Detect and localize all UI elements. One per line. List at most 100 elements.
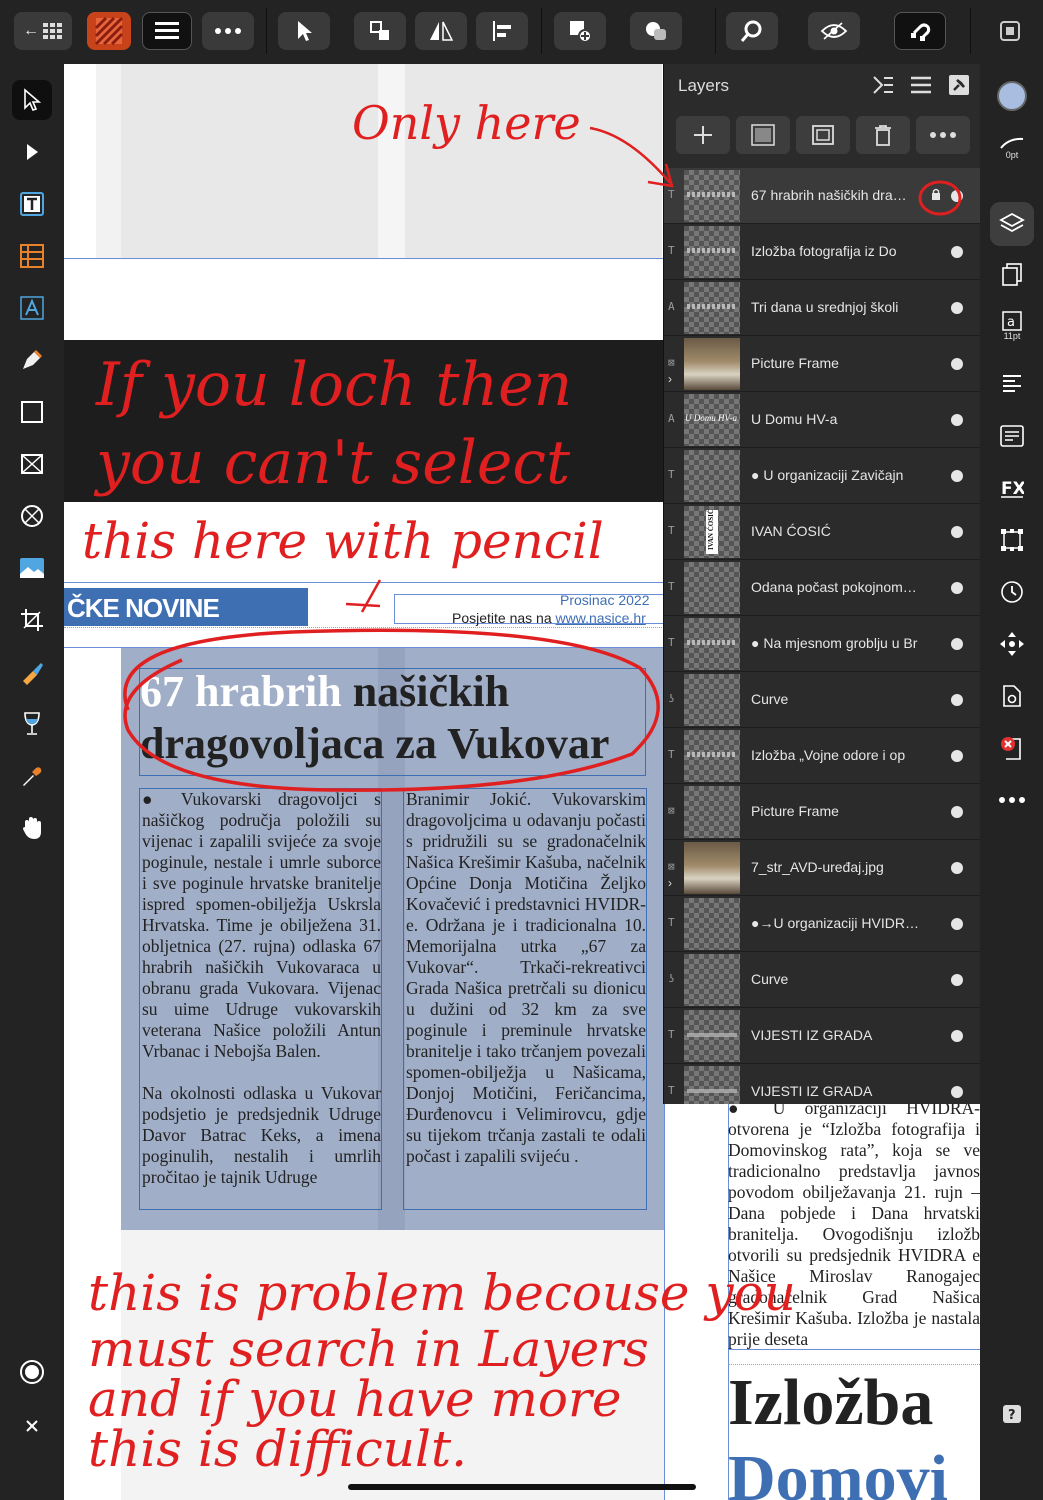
more-studios-button[interactable] <box>990 778 1034 822</box>
character-button[interactable]: a 11pt <box>990 304 1034 348</box>
text-styles-button[interactable] <box>990 414 1034 458</box>
visibility-toggle[interactable] <box>951 806 963 818</box>
article-column-2[interactable]: Branimir Jokić. Vukovarskim dragovoljcim… <box>403 788 647 1210</box>
visibility-toggle[interactable] <box>951 1030 963 1042</box>
annotation-arrow-to-lock <box>589 126 674 188</box>
expand-chevron-icon[interactable]: › <box>668 876 672 890</box>
visibility-toggle[interactable] <box>951 358 963 370</box>
visibility-toggle[interactable] <box>951 302 963 314</box>
layer-type-icon: T <box>668 916 675 929</box>
menu-button[interactable] <box>142 12 192 50</box>
transform-button[interactable] <box>990 518 1034 562</box>
preflight-button[interactable] <box>990 726 1034 770</box>
visibility-toggle[interactable] <box>951 862 963 874</box>
svg-text:FX: FX <box>1001 479 1024 499</box>
visibility-toggle[interactable] <box>951 638 963 650</box>
layer-row[interactable]: T ●→U organizaciji HVIDR… <box>664 896 980 952</box>
layers-studio-button[interactable] <box>990 202 1034 246</box>
align-button[interactable] <box>476 12 528 50</box>
group-layers-button[interactable] <box>796 116 850 154</box>
color-picker-tool[interactable] <box>12 756 52 796</box>
pin-icon <box>949 75 969 95</box>
history-button[interactable] <box>990 570 1034 614</box>
publisher-app-icon[interactable] <box>87 12 131 50</box>
layer-list: T 67 hrabrih našičkih dra… T Izložba fotogr… <box>664 168 980 1104</box>
document-settings-button[interactable] <box>990 674 1034 718</box>
pin-panel-button[interactable] <box>948 74 970 101</box>
snapping-button[interactable] <box>894 12 946 50</box>
layer-row[interactable]: A U Domu HV-a U Domu HV-a <box>664 392 980 448</box>
artistic-text-tool[interactable] <box>12 288 52 328</box>
preview-mode-button[interactable] <box>808 12 860 50</box>
frame-text-tool[interactable] <box>12 184 52 224</box>
big-title-2: Domovi <box>728 1442 948 1500</box>
color-swatch-button[interactable] <box>990 74 1034 118</box>
zoom-button[interactable] <box>726 12 778 50</box>
visibility-toggle[interactable] <box>951 414 963 426</box>
node-tool[interactable] <box>12 132 52 172</box>
visibility-toggle[interactable] <box>951 582 963 594</box>
more-button[interactable] <box>202 12 254 50</box>
arrange-button[interactable] <box>354 12 406 50</box>
fill-tool[interactable] <box>12 652 52 692</box>
move-tool-button[interactable] <box>278 12 330 50</box>
delete-layer-button[interactable] <box>856 116 910 154</box>
expand-chevron-icon[interactable]: › <box>668 372 672 386</box>
layer-row[interactable]: T Izložba fotografija iz Do <box>664 224 980 280</box>
paragraph-button[interactable] <box>990 362 1034 406</box>
layer-row[interactable]: T Odana počast pokojnom… <box>664 560 980 616</box>
layer-row[interactable]: ⊠ › 7_str_AVD-uređaj.jpg <box>664 840 980 896</box>
layer-row[interactable]: T ● U organizaciji Zavičajn <box>664 448 980 504</box>
effects-button[interactable]: FX <box>990 466 1034 510</box>
visibility-toggle[interactable] <box>951 974 963 986</box>
table-tool[interactable] <box>12 236 52 276</box>
pen-icon <box>23 349 43 369</box>
export-button[interactable] <box>990 12 1030 50</box>
view-tool[interactable] <box>12 808 52 848</box>
help-button[interactable]: ? <box>990 1392 1034 1436</box>
layer-type-icon: ⊠ <box>668 860 675 873</box>
layer-row[interactable]: T Izložba „Vojne odore i op <box>664 728 980 784</box>
transparency-tool[interactable] <box>12 704 52 744</box>
layer-row[interactable]: A Tri dana u srednjoj školi <box>664 280 980 336</box>
navigator-button[interactable] <box>990 622 1034 666</box>
add-mask-button[interactable] <box>736 116 790 154</box>
visibility-toggle[interactable] <box>951 750 963 762</box>
layer-row[interactable]: T VIJESTI IZ GRADA <box>664 1064 980 1104</box>
ellipse-frame-tool[interactable] <box>12 496 52 536</box>
layer-row[interactable]: ⊠ Picture Frame <box>664 784 980 840</box>
layer-more-button[interactable] <box>916 116 970 154</box>
layer-row[interactable]: ⊠ › Picture Frame <box>664 336 980 392</box>
grid-icon <box>43 23 62 39</box>
visibility-toggle[interactable] <box>951 526 963 538</box>
close-button[interactable] <box>12 1406 52 1446</box>
panel-menu-button[interactable] <box>910 75 932 100</box>
visibility-toggle[interactable] <box>951 470 963 482</box>
picture-frame-tool[interactable] <box>12 444 52 484</box>
visibility-toggle[interactable] <box>951 246 963 258</box>
visibility-toggle[interactable] <box>951 918 963 930</box>
stroke-button[interactable]: 0pt <box>990 126 1034 170</box>
layer-name: Tri dana u srednjoj školi <box>751 299 899 315</box>
collapse-panel-button[interactable] <box>872 75 894 100</box>
crop-tool[interactable] <box>12 600 52 640</box>
pen-tool[interactable] <box>12 340 52 380</box>
visibility-toggle[interactable] <box>951 1086 963 1098</box>
insert-button[interactable] <box>554 12 606 50</box>
flip-button[interactable] <box>415 12 467 50</box>
back-to-documents-button[interactable]: ← <box>14 12 72 50</box>
boolean-button[interactable] <box>630 12 682 50</box>
pages-button[interactable] <box>990 252 1034 296</box>
layer-row[interactable]: ʖ Curve <box>664 672 980 728</box>
record-button[interactable] <box>12 1352 52 1392</box>
layer-row[interactable]: T IVAN ĆOSIĆ IVAN ĆOSIĆ <box>664 504 980 560</box>
layer-row[interactable]: ʖ Curve <box>664 952 980 1008</box>
place-image-tool[interactable] <box>12 548 52 588</box>
visibility-toggle[interactable] <box>951 694 963 706</box>
article-column-1[interactable]: ● Vukovarski dragovoljci s našičkog podr… <box>139 788 382 1210</box>
layer-row[interactable]: T VIJESTI IZ GRADA <box>664 1008 980 1064</box>
layer-thumbnail <box>684 730 740 782</box>
move-tool[interactable] <box>12 80 52 120</box>
rectangle-tool[interactable] <box>12 392 52 432</box>
layer-row[interactable]: T ● Na mjesnom groblju u Br <box>664 616 980 672</box>
